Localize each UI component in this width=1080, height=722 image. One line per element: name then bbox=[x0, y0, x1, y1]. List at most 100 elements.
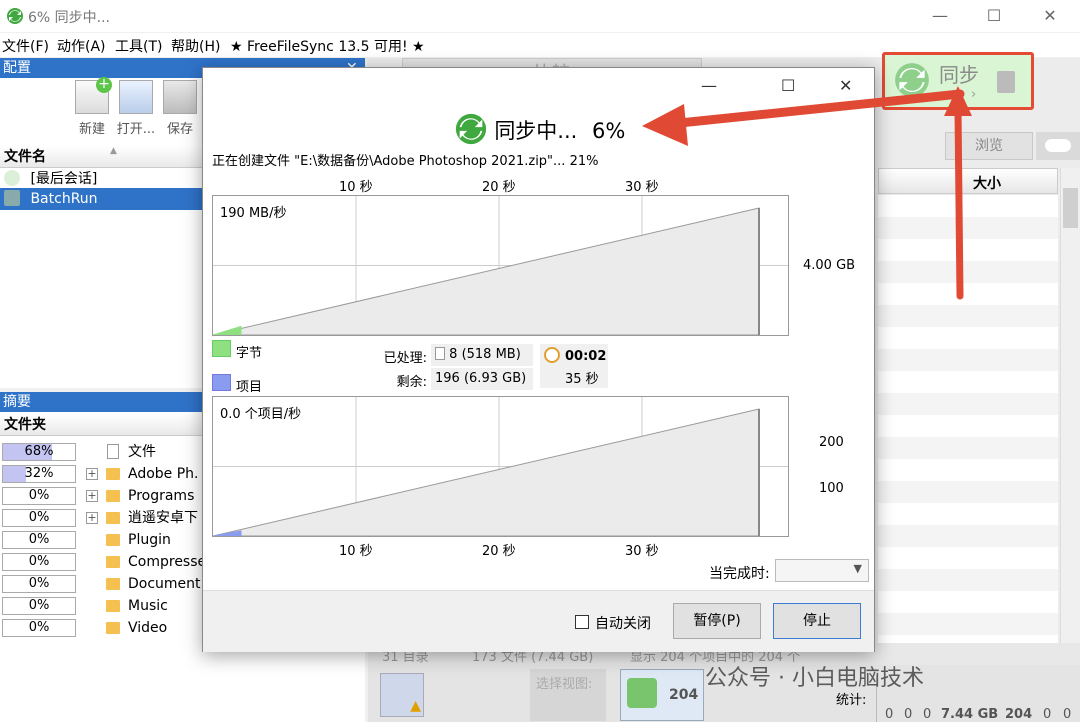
stat-right-update: 0 bbox=[1043, 707, 1052, 722]
chevron-right-icon: › bbox=[971, 87, 977, 102]
close-window-button[interactable]: ✕ bbox=[1030, 4, 1070, 28]
maximize-button[interactable]: ☐ bbox=[974, 4, 1014, 28]
folder-name: Adobe Ph. bbox=[128, 466, 199, 482]
legend-items-label: 项目 bbox=[236, 380, 263, 395]
menu-tools[interactable]: 工具(T) bbox=[115, 36, 162, 56]
time-box: 00:02 35 秒 bbox=[540, 344, 608, 388]
percent-text: 0% bbox=[28, 488, 50, 503]
elapsed-time: 00:02 bbox=[565, 349, 607, 364]
legend-bytes-label: 字节 bbox=[236, 346, 263, 361]
folder-icon bbox=[106, 556, 120, 568]
bytes-rate-label: 190 MB/秒 bbox=[220, 206, 287, 221]
sync-button[interactable]: 同步 › bbox=[882, 52, 1034, 110]
actual-area bbox=[212, 325, 242, 336]
open-config-button[interactable]: 打开... bbox=[116, 80, 156, 137]
menu-update-notice[interactable]: ★ FreeFileSync 13.5 可用! ★ bbox=[230, 36, 425, 56]
percent-bar: 0% bbox=[2, 553, 76, 571]
percent-bar: 0% bbox=[2, 531, 76, 549]
estimate-area bbox=[212, 207, 760, 336]
items-rate-label: 0.0 个项目/秒 bbox=[220, 407, 302, 422]
new-file-icon: + bbox=[75, 77, 112, 114]
remaining-count: 196 bbox=[435, 371, 460, 386]
pause-label: 暂停(P) bbox=[693, 613, 741, 629]
sync-progress-dialog: — ☐ ✕ 同步中... 6% 正在创建文件 "E:\数据备份\Adobe Ph… bbox=[202, 67, 875, 652]
folder-icon bbox=[106, 490, 120, 502]
sync-icon bbox=[895, 63, 929, 97]
window-title: 6% 同步中... bbox=[28, 10, 111, 26]
progress-heading: 同步中... 6% bbox=[203, 112, 876, 146]
folder-icon bbox=[106, 468, 120, 480]
expand-icon[interactable]: + bbox=[86, 490, 98, 502]
chevron-down-icon: ▼ bbox=[853, 562, 862, 575]
menu-action[interactable]: 动作(A) bbox=[57, 36, 106, 56]
auto-close-checkbox[interactable] bbox=[575, 615, 589, 629]
log-button[interactable]: ▲ bbox=[380, 673, 424, 717]
auto-close-label: 自动关闭 bbox=[595, 616, 651, 632]
folder-name: 文件 bbox=[128, 444, 156, 460]
pause-button[interactable]: 暂停(P) bbox=[673, 603, 761, 639]
save-config-button[interactable]: 保存 bbox=[160, 80, 200, 137]
dialog-close-button[interactable]: ✕ bbox=[839, 76, 852, 95]
size-header-text: 大小 bbox=[973, 176, 1001, 192]
stop-button[interactable]: 停止 bbox=[773, 603, 861, 639]
create-plus-icon bbox=[627, 678, 657, 708]
size-column-header[interactable]: 大小 bbox=[878, 168, 1058, 194]
select-view-label: 选择视图: bbox=[536, 677, 593, 692]
save-disk-icon bbox=[163, 80, 197, 114]
stat-right-create: 204 bbox=[1005, 707, 1033, 722]
progress-percent: 6% bbox=[592, 119, 626, 143]
expand-icon[interactable]: + bbox=[86, 512, 98, 524]
percent-text: 68% bbox=[24, 444, 54, 459]
folder-icon bbox=[106, 534, 120, 546]
processed-value: 8 (518 MB) bbox=[431, 344, 533, 366]
folder-icon bbox=[106, 512, 120, 524]
time-tick-bottom-30: 30 秒 bbox=[625, 544, 659, 559]
dialog-maximize-button[interactable]: ☐ bbox=[781, 76, 795, 95]
percent-bar: 0% bbox=[2, 597, 76, 615]
current-action-text: 正在创建文件 "E:\数据备份\Adobe Photoshop 2021.zip… bbox=[212, 154, 599, 169]
database-icon bbox=[997, 71, 1015, 93]
stat-left-delete: 0 bbox=[923, 707, 932, 722]
on-complete-select[interactable]: ▼ bbox=[775, 559, 869, 582]
new-config-button[interactable]: + 新建 bbox=[72, 77, 112, 137]
minimize-button[interactable]: — bbox=[920, 4, 960, 28]
open-folder-icon bbox=[119, 80, 153, 114]
folder-name: 逍遥安卓下 bbox=[128, 510, 198, 526]
remaining-size: (6.93 GB) bbox=[463, 371, 527, 386]
sort-arrow-icon: ▲ bbox=[110, 146, 117, 156]
dialog-minimize-button[interactable]: — bbox=[701, 76, 717, 95]
folder-name: Compresse bbox=[128, 554, 204, 570]
create-view-button[interactable]: 204 bbox=[620, 669, 704, 721]
config-list-header-text: 文件名 bbox=[4, 149, 46, 165]
browse-label: 浏览 bbox=[975, 138, 1003, 154]
watermark: 公众号 · 小白电脑技术 bbox=[705, 666, 924, 691]
browse-button[interactable]: 浏览 bbox=[945, 132, 1033, 160]
cloud-button[interactable] bbox=[1036, 132, 1080, 160]
config-item-label: BatchRun bbox=[30, 191, 98, 207]
menu-file[interactable]: 文件(F) bbox=[2, 36, 49, 56]
window-titlebar: 6% 同步中... — ☐ ✕ bbox=[0, 0, 1080, 32]
expand-icon[interactable]: + bbox=[86, 468, 98, 480]
summary-title-text: 摘要 bbox=[3, 394, 31, 410]
percent-text: 0% bbox=[28, 576, 50, 591]
folder-name: Programs bbox=[128, 488, 195, 504]
scrollbar-thumb[interactable] bbox=[1063, 188, 1078, 228]
folder-name: Music bbox=[128, 598, 168, 614]
vertical-scrollbar[interactable] bbox=[1060, 168, 1080, 643]
file-small-icon bbox=[435, 347, 445, 360]
percent-text: 0% bbox=[28, 510, 50, 525]
time-tick-bottom-10: 10 秒 bbox=[339, 544, 373, 559]
cloud-icon bbox=[1045, 139, 1071, 152]
processed-size: (518 MB) bbox=[461, 347, 521, 362]
folder-icon bbox=[106, 600, 120, 612]
open-label: 打开... bbox=[116, 122, 156, 137]
bytes-total-label: 4.00 GB bbox=[803, 258, 856, 273]
bytes-chart: 190 MB/秒 bbox=[212, 195, 789, 336]
sync-spinner-icon bbox=[455, 113, 486, 145]
file-icon bbox=[107, 444, 119, 459]
config-item-batchrun[interactable]: BatchRun bbox=[0, 188, 203, 210]
percent-text: 0% bbox=[28, 598, 50, 613]
percent-bar: 32% bbox=[2, 465, 76, 483]
menu-help[interactable]: 帮助(H) bbox=[171, 36, 220, 56]
folder-icon bbox=[106, 578, 120, 590]
